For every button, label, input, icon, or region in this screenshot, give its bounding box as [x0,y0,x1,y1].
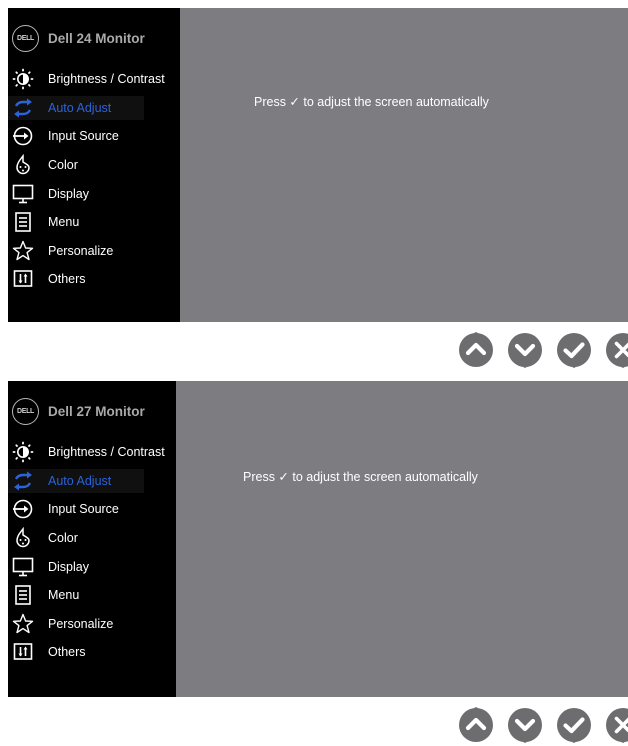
osd-header: DELL Dell 24 Monitor [8,18,180,58]
menu-item-label: Auto Adjust [48,100,112,115]
auto-adjust-icon [11,97,35,119]
chevron-down-icon [508,333,542,368]
up-button[interactable] [457,706,495,744]
close-icon [606,333,628,368]
menu-icon [11,211,35,233]
osd-menu: Brightness / Contrast Auto Adjust Input … [8,438,176,667]
menu-item-others[interactable]: Others [8,265,180,294]
menu-item-menu[interactable]: Menu [8,581,176,610]
menu-item-display[interactable]: Display [8,179,180,208]
osd-window-24: DELL Dell 24 Monitor Brightness / Contra… [8,8,628,322]
brightness-icon [11,68,35,90]
check-icon [557,333,591,368]
osd-window-27: DELL Dell 27 Monitor Brightness / Contra… [8,381,628,697]
menu-item-label: Color [48,158,78,173]
menu-item-label: Brightness / Contrast [48,72,165,87]
osd-sidebar: DELL Dell 27 Monitor Brightness / Contra… [8,381,176,697]
menu-item-personalize[interactable]: Personalize [8,237,180,266]
up-button[interactable] [457,331,495,369]
color-icon [11,527,35,549]
menu-item-others[interactable]: Others [8,638,176,667]
menu-item-label: Menu [48,215,80,230]
menu-item-label: Others [48,645,86,660]
input-source-icon [11,498,35,520]
menu-item-label: Menu [48,588,80,603]
menu-item-label: Input Source [48,502,119,517]
menu-item-label: Brightness / Contrast [48,445,165,460]
menu-item-brightness-contrast[interactable]: Brightness / Contrast [8,438,176,467]
menu-item-label: Personalize [48,243,114,258]
menu-item-color[interactable]: Color [8,151,180,180]
menu-item-brightness-contrast[interactable]: Brightness / Contrast [8,65,180,94]
osd-menu: Brightness / Contrast Auto Adjust Input … [8,65,180,294]
menu-item-label: Personalize [48,616,114,631]
check-button[interactable] [555,706,593,744]
menu-item-input-source[interactable]: Input Source [8,495,176,524]
color-icon [11,154,35,176]
menu-item-auto-adjust[interactable]: Auto Adjust [8,467,176,496]
down-button[interactable] [506,331,544,369]
chevron-up-icon [459,707,493,742]
osd-sidebar: DELL Dell 24 Monitor Brightness / Contra… [8,8,180,322]
menu-item-menu[interactable]: Menu [8,208,180,237]
others-icon [11,268,35,290]
others-icon [11,641,35,663]
front-panel-buttons [457,706,628,744]
star-icon [11,613,35,635]
menu-item-display[interactable]: Display [8,552,176,581]
auto-adjust-icon [11,470,35,492]
dell-logo: DELL [12,24,39,52]
check-button[interactable] [555,331,593,369]
input-source-icon [11,125,35,147]
down-button[interactable] [506,706,544,744]
menu-item-auto-adjust[interactable]: Auto Adjust [8,94,180,123]
menu-icon [11,584,35,606]
menu-item-personalize[interactable]: Personalize [8,610,176,639]
exit-button[interactable] [604,706,628,744]
display-icon [11,556,35,578]
brightness-icon [11,441,35,463]
star-icon [11,240,35,262]
auto-adjust-message: Press ✓ to adjust the screen automatical… [243,470,478,484]
check-icon [557,708,591,743]
auto-adjust-message: Press ✓ to adjust the screen automatical… [254,95,489,109]
menu-item-label: Auto Adjust [48,473,112,488]
dell-logo: DELL [12,397,39,425]
osd-title: Dell 27 Monitor [48,403,145,419]
osd-header: DELL Dell 27 Monitor [8,391,176,431]
menu-item-label: Others [48,272,86,287]
menu-item-label: Display [48,186,89,201]
menu-item-input-source[interactable]: Input Source [8,122,180,151]
menu-item-label: Display [48,559,89,574]
osd-content-panel: Press ✓ to adjust the screen automatical… [180,8,628,322]
display-icon [11,183,35,205]
front-panel-buttons [457,331,628,369]
menu-item-color[interactable]: Color [8,524,176,553]
osd-title: Dell 24 Monitor [48,30,145,46]
chevron-up-icon [459,332,493,367]
menu-item-label: Input Source [48,129,119,144]
menu-item-label: Color [48,531,78,546]
chevron-down-icon [508,708,542,743]
osd-content-panel: Press ✓ to adjust the screen automatical… [176,381,628,697]
close-icon [606,708,628,743]
exit-button[interactable] [604,331,628,369]
